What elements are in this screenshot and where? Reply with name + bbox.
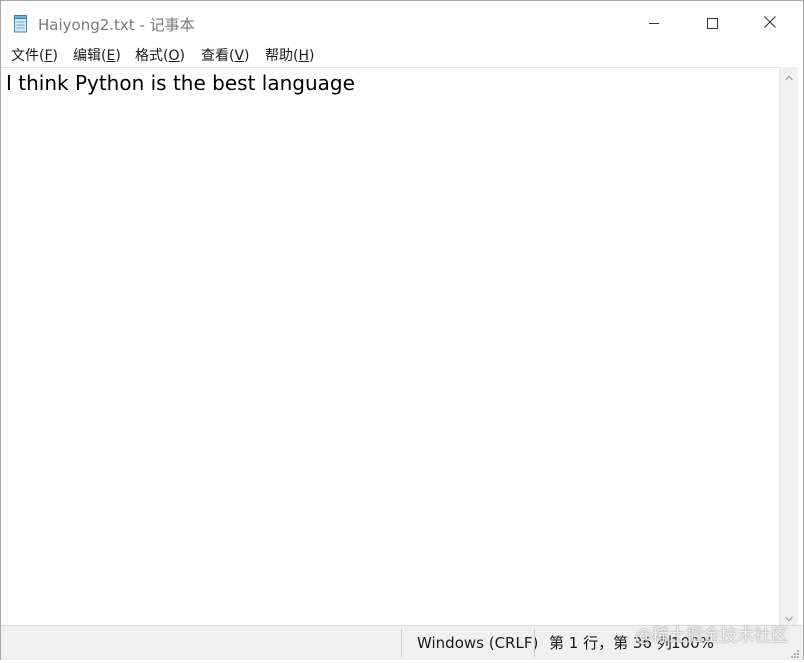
menu-file-accel: F: [44, 48, 53, 64]
menu-edit-label: 编辑(: [73, 48, 107, 64]
scroll-up-button[interactable]: [780, 67, 798, 84]
menu-view-label: 查看(: [201, 48, 235, 64]
menu-help[interactable]: 帮助(H): [265, 47, 314, 65]
menu-format[interactable]: 格式(O): [135, 47, 185, 65]
status-divider: [401, 629, 402, 657]
notepad-icon: [13, 15, 29, 33]
maximize-icon: [706, 14, 718, 33]
status-encoding: Windows (CRLF): [417, 634, 539, 652]
menu-view-tail: ): [244, 48, 250, 64]
window-title: Haiyong2.txt - 记事本: [38, 16, 195, 34]
close-button[interactable]: [741, 1, 799, 45]
editor-content[interactable]: I think Python is the best language: [6, 70, 355, 96]
text-editor[interactable]: I think Python is the best language: [1, 67, 779, 626]
menu-format-label: 格式(: [135, 48, 169, 64]
menu-file-tail: ): [52, 48, 58, 64]
menu-edit[interactable]: 编辑(E): [73, 47, 121, 65]
menu-help-tail: ): [309, 48, 315, 64]
status-divider: [534, 629, 535, 657]
menu-format-tail: ): [179, 48, 185, 64]
title-bar[interactable]: Haiyong2.txt - 记事本: [1, 1, 803, 45]
status-bar: Windows (CRLF) 第 1 行，第 36 列 100%: [1, 625, 803, 660]
menu-file[interactable]: 文件(F): [11, 47, 58, 65]
menu-bar: 文件(F) 编辑(E) 格式(O) 查看(V) 帮助(H): [1, 45, 803, 67]
menu-help-accel: H: [298, 48, 309, 64]
chevron-up-icon: [785, 66, 793, 85]
scroll-down-button[interactable]: [780, 608, 798, 625]
notepad-window: Haiyong2.txt - 记事本 文件(F) 编辑(E) 格式(O) 查看(…: [0, 0, 804, 660]
resize-grip-icon[interactable]: [788, 645, 800, 658]
menu-view-accel: V: [234, 48, 245, 64]
menu-help-label: 帮助(: [265, 48, 299, 64]
maximize-button[interactable]: [683, 1, 741, 45]
menu-edit-accel: E: [106, 48, 116, 64]
close-icon: [763, 14, 777, 33]
menu-view[interactable]: 查看(V): [201, 47, 250, 65]
minimize-icon: [648, 14, 660, 33]
menu-edit-tail: ): [115, 48, 121, 64]
minimize-button[interactable]: [625, 1, 683, 45]
menu-file-label: 文件(: [11, 48, 45, 64]
status-cursor-position: 第 1 行，第 36 列: [549, 634, 672, 652]
vertical-scrollbar[interactable]: [779, 67, 798, 625]
status-zoom: 100%: [671, 634, 714, 652]
chevron-down-icon: [785, 607, 793, 626]
menu-format-accel: O: [168, 48, 180, 64]
